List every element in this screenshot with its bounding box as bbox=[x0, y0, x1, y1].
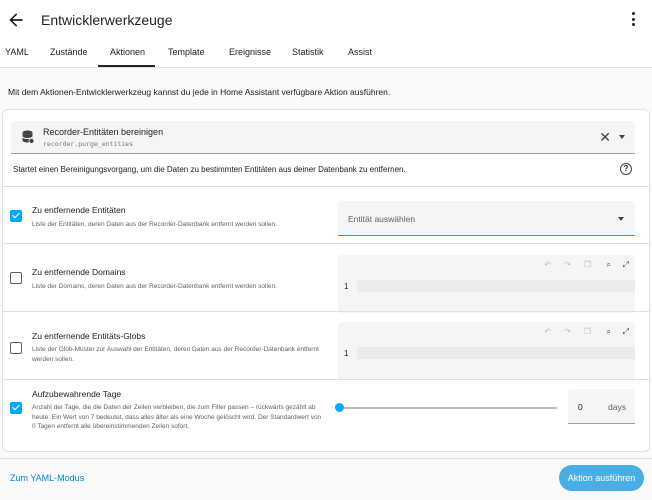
undo-icon[interactable]: ↶ bbox=[544, 260, 551, 269]
arrow-left-icon[interactable] bbox=[6, 10, 26, 30]
field-row-globs: Zu entfernende Entitäts-Globs Liste der … bbox=[3, 311, 649, 380]
help-circle-icon[interactable]: ? bbox=[620, 163, 632, 175]
database-icon bbox=[22, 130, 34, 144]
redo-icon[interactable]: ↷ bbox=[564, 327, 571, 336]
copy-icon[interactable]: ❐ bbox=[584, 327, 591, 336]
field-row-domains: Zu entfernende Domains Liste der Domains… bbox=[3, 243, 649, 313]
yaml-mode-button[interactable]: Zum YAML-Modus bbox=[10, 473, 84, 483]
redo-icon[interactable]: ↷ bbox=[564, 260, 571, 269]
entity-select-placeholder: Entität auswählen bbox=[348, 214, 416, 224]
action-service-id: recorder.purge_entities bbox=[43, 140, 134, 148]
keep-days-value: 0 bbox=[578, 402, 583, 412]
page-title: Entwicklerwerkzeuge bbox=[41, 12, 173, 28]
globs-checkbox[interactable] bbox=[10, 342, 22, 354]
tab-zustaende[interactable]: Zustände bbox=[50, 47, 88, 57]
keep-days-slider-thumb[interactable] bbox=[335, 403, 344, 412]
active-tab-indicator bbox=[98, 65, 155, 67]
field-description: Anzahl der Tage, die die Daten der Zeile… bbox=[32, 404, 322, 430]
entities-checkbox[interactable] bbox=[10, 210, 22, 222]
line-number: 1 bbox=[344, 349, 349, 358]
search-replace-icon[interactable]: ⌕ bbox=[607, 260, 611, 270]
run-action-button[interactable]: Aktion ausführen bbox=[559, 465, 644, 491]
yaml-editor-globs[interactable]: ↶ ↷ ❐ ⌕ ⤢ 1 bbox=[338, 322, 635, 380]
field-description: Liste der Domains, deren Daten aus der R… bbox=[32, 283, 277, 290]
bottom-bar: Zum YAML-Modus Aktion ausführen bbox=[0, 458, 652, 500]
field-row-keep-days: Aufzubewahrende Tage Anzahl der Tage, di… bbox=[3, 379, 649, 449]
domains-checkbox[interactable] bbox=[10, 272, 22, 284]
intro-text: Mit dem Aktionen-Entwicklerwerkzeug kann… bbox=[8, 87, 391, 97]
tab-yaml[interactable]: YAML bbox=[5, 47, 29, 57]
action-name: Recorder-Entitäten bereinigen bbox=[43, 127, 164, 137]
yaml-editor-domains[interactable]: ↶ ↷ ❐ ⌕ ⤢ 1 bbox=[338, 255, 635, 313]
line-number: 1 bbox=[344, 282, 349, 291]
keep-days-unit: days bbox=[608, 402, 626, 412]
fullscreen-icon[interactable]: ⤢ bbox=[623, 327, 629, 337]
entity-select[interactable]: Entität auswählen bbox=[338, 201, 635, 236]
fullscreen-icon[interactable]: ⤢ bbox=[623, 260, 629, 270]
close-icon[interactable]: ✕ bbox=[599, 129, 611, 146]
action-picker[interactable]: Recorder-Entitäten bereinigen recorder.p… bbox=[11, 121, 635, 154]
tab-bar: YAML Zustände Aktionen Template Ereignis… bbox=[0, 40, 652, 68]
keep-days-slider-track[interactable] bbox=[339, 407, 557, 409]
copy-icon[interactable]: ❐ bbox=[584, 260, 591, 269]
field-row-entities: Zu entfernende Entitäten Liste der Entit… bbox=[3, 186, 649, 243]
field-title: Zu entfernende Entitäten bbox=[32, 205, 126, 215]
tab-aktionen[interactable]: Aktionen bbox=[110, 47, 145, 57]
action-description: Startet einen Bereinigungsvorgang, um di… bbox=[13, 165, 406, 174]
chevron-down-icon[interactable] bbox=[619, 135, 625, 139]
field-title: Zu entfernende Domains bbox=[32, 267, 126, 277]
keep-days-input[interactable]: 0 days bbox=[568, 389, 635, 424]
field-title: Zu entfernende Entitäts-Globs bbox=[32, 331, 146, 341]
tab-template[interactable]: Template bbox=[168, 47, 205, 57]
code-line[interactable] bbox=[357, 280, 635, 292]
action-card: Recorder-Entitäten bereinigen recorder.p… bbox=[2, 109, 650, 452]
field-title: Aufzubewahrende Tage bbox=[32, 389, 122, 399]
chevron-down-icon bbox=[618, 217, 624, 221]
keep-days-checkbox[interactable] bbox=[10, 402, 22, 414]
tab-ereignisse[interactable]: Ereignisse bbox=[229, 47, 271, 57]
dots-vertical-icon[interactable] bbox=[632, 12, 636, 28]
undo-icon[interactable]: ↶ bbox=[544, 327, 551, 336]
code-line[interactable] bbox=[357, 347, 635, 359]
field-description: Liste der Entitäten, deren Daten aus der… bbox=[32, 221, 277, 228]
app-bar: Entwicklerwerkzeuge bbox=[0, 0, 652, 40]
field-description: Liste der Glob-Muster zur Auswahl der En… bbox=[32, 346, 319, 363]
tab-assist[interactable]: Assist bbox=[348, 47, 372, 57]
search-replace-icon[interactable]: ⌕ bbox=[607, 327, 611, 337]
tab-statistik[interactable]: Statistik bbox=[292, 47, 324, 57]
